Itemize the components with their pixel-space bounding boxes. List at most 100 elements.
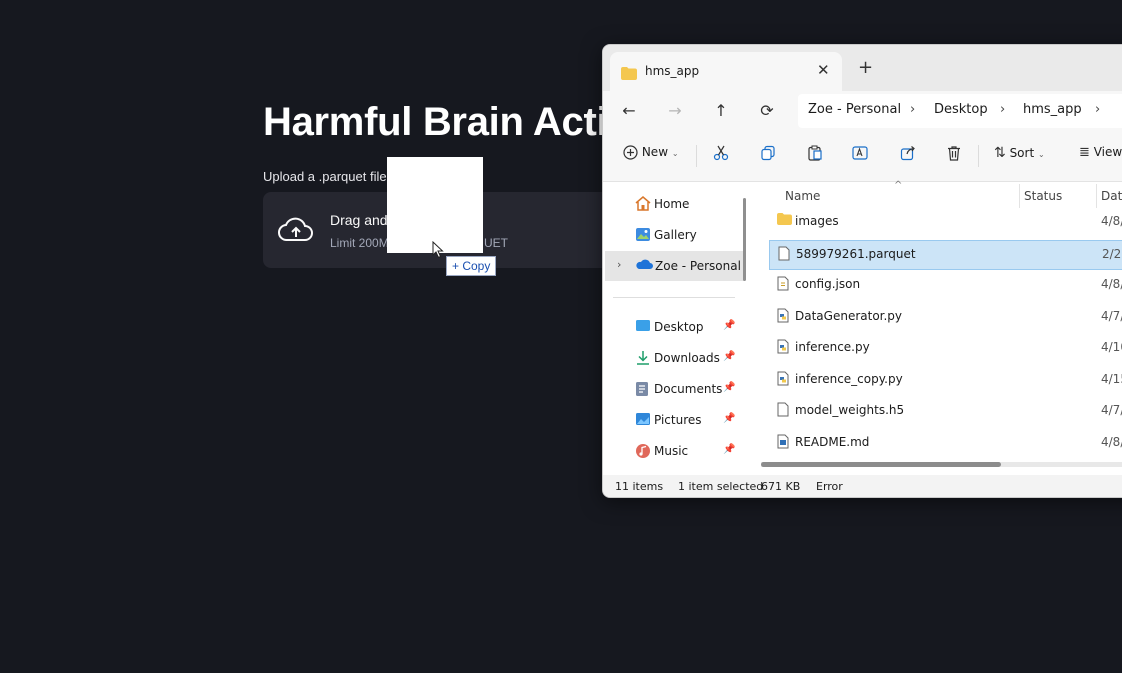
nav-item-downloads[interactable]: Downloads 📌 xyxy=(603,343,743,373)
navigation-pane: Home Gallery › Zoe - Personal Desktop 📌 xyxy=(603,182,749,475)
file-explorer-window: hms_app ✕ + ← → ↑ ⟳ Zoe - Personal › Des… xyxy=(602,44,1122,498)
delete-icon[interactable] xyxy=(946,145,962,167)
forward-arrow-icon[interactable]: → xyxy=(663,99,687,123)
pin-icon[interactable]: 📌 xyxy=(723,444,735,455)
address-bar[interactable]: Zoe - Personal › Desktop › hms_app › xyxy=(798,94,1122,128)
scrollbar-thumb[interactable] xyxy=(761,462,1001,467)
status-size: 671 KB xyxy=(761,480,801,493)
column-header-date[interactable]: Date xyxy=(1101,189,1122,203)
desktop-icon xyxy=(635,319,651,336)
documents-icon xyxy=(635,381,649,400)
file-date: 4/10 xyxy=(1101,340,1122,354)
command-bar: New ⌄ ⇅ Sort ⌄ ≣ View xyxy=(603,131,1122,182)
pin-icon[interactable]: 📌 xyxy=(723,320,735,331)
mouse-cursor-icon xyxy=(432,240,444,264)
pin-icon[interactable]: 📌 xyxy=(723,413,735,424)
nav-item-label: Desktop xyxy=(654,320,704,334)
close-tab-icon[interactable]: ✕ xyxy=(817,61,830,79)
markdown-file-icon xyxy=(777,434,789,452)
file-row[interactable]: inference_copy.py 4/15 xyxy=(769,366,1122,394)
cut-icon[interactable] xyxy=(713,145,729,167)
file-date: 4/15 xyxy=(1101,371,1122,386)
pin-icon[interactable]: 📌 xyxy=(723,382,735,393)
sort-button[interactable]: ⇅ Sort ⌄ xyxy=(994,145,1045,167)
view-label: View xyxy=(1093,145,1122,159)
nav-item-label: Gallery xyxy=(654,228,697,242)
file-row[interactable]: model_weights.h5 4/7/2 xyxy=(769,397,1122,425)
nav-item-pictures[interactable]: Pictures 📌 xyxy=(603,405,743,435)
share-icon[interactable] xyxy=(900,145,916,167)
chevron-right-icon[interactable]: › xyxy=(1095,102,1100,117)
back-arrow-icon[interactable]: ← xyxy=(617,99,641,123)
file-row[interactable]: config.json 4/8/2 xyxy=(769,271,1122,299)
chevron-right-icon[interactable]: › xyxy=(1000,102,1005,117)
pictures-icon xyxy=(635,412,651,429)
view-lines-icon: ≣ xyxy=(1079,145,1090,160)
nav-scrollbar[interactable] xyxy=(743,198,746,281)
nav-item-desktop[interactable]: Desktop 📌 xyxy=(603,312,743,342)
breadcrumb-zoe-personal[interactable]: Zoe - Personal xyxy=(808,102,901,117)
rename-icon[interactable] xyxy=(852,145,869,167)
column-divider[interactable] xyxy=(1019,184,1020,208)
download-icon xyxy=(635,350,651,368)
file-row[interactable]: README.md 4/8/2 xyxy=(769,429,1122,457)
column-header-name[interactable]: Name xyxy=(785,189,820,203)
file-row[interactable]: inference.py 4/10 xyxy=(769,334,1122,362)
chevron-right-icon[interactable]: › xyxy=(617,258,621,271)
gallery-icon xyxy=(635,227,651,245)
status-item-count: 11 items xyxy=(615,480,664,493)
nav-item-music[interactable]: Music 📌 xyxy=(603,436,743,466)
paste-icon[interactable] xyxy=(807,145,823,167)
breadcrumb-hms-app[interactable]: hms_app xyxy=(1023,102,1082,117)
up-arrow-icon[interactable]: ↑ xyxy=(709,99,733,123)
file-name: images xyxy=(795,214,839,228)
tab-title: hms_app xyxy=(645,64,700,78)
tab-hms-app[interactable]: hms_app ✕ xyxy=(610,52,842,91)
file-name: 589979261.parquet xyxy=(796,246,916,261)
home-icon xyxy=(635,196,651,214)
status-error: Error xyxy=(816,480,843,493)
nav-item-zoe-personal[interactable]: › Zoe - Personal xyxy=(605,251,745,281)
nav-item-home[interactable]: Home xyxy=(603,189,743,219)
nav-item-gallery[interactable]: Gallery xyxy=(603,220,743,250)
status-selected: 1 item selected xyxy=(678,480,764,493)
file-date: 4/8/2 xyxy=(1101,277,1122,291)
file-name: inference_copy.py xyxy=(795,371,903,386)
nav-item-label: Pictures xyxy=(654,413,702,427)
column-header-status[interactable]: Status xyxy=(1024,189,1062,203)
refresh-icon[interactable]: ⟳ xyxy=(755,99,779,123)
new-label: New xyxy=(641,145,669,159)
column-divider[interactable] xyxy=(1096,184,1097,208)
file-date: 2/20 xyxy=(1102,246,1122,261)
navigation-bar: ← → ↑ ⟳ Zoe - Personal › Desktop › hms_a… xyxy=(603,91,1122,131)
plus-circle-icon xyxy=(623,145,638,160)
new-button[interactable]: New ⌄ xyxy=(623,145,679,167)
nav-item-label: Home xyxy=(654,197,690,211)
file-row[interactable]: images 4/8/2 xyxy=(769,208,1122,236)
breadcrumb-desktop[interactable]: Desktop xyxy=(934,102,988,117)
nav-item-label: Documents xyxy=(654,382,723,396)
file-row[interactable]: DataGenerator.py 4/7/2 xyxy=(769,303,1122,331)
file-date: 4/7/2 xyxy=(1101,308,1122,323)
dropzone-limit-tail: UET xyxy=(484,236,508,250)
file-name: DataGenerator.py xyxy=(795,308,903,323)
drag-preview xyxy=(387,157,483,253)
toolbar-divider xyxy=(696,145,697,167)
pin-icon[interactable]: 📌 xyxy=(723,351,735,362)
copy-icon[interactable] xyxy=(760,145,776,167)
python-file-icon xyxy=(777,308,789,326)
tab-bar: hms_app ✕ + xyxy=(603,45,1122,91)
cloud-upload-icon xyxy=(278,216,314,249)
file-date: 4/8/2 xyxy=(1101,434,1122,449)
new-tab-button[interactable]: + xyxy=(858,57,873,78)
nav-item-label: Music xyxy=(654,444,689,458)
page-title: Harmful Brain Acti xyxy=(263,100,608,144)
nav-item-documents[interactable]: Documents 📌 xyxy=(603,374,743,404)
view-button[interactable]: ≣ View xyxy=(1079,145,1122,167)
file-list: ^ Name Status Date images 4/8/2 589979261.… xyxy=(753,180,1122,475)
file-icon xyxy=(778,246,790,264)
chevron-right-icon[interactable]: › xyxy=(910,102,915,117)
file-row[interactable]: 589979261.parquet 2/20 xyxy=(769,239,1122,270)
nav-item-label: Downloads xyxy=(654,351,720,365)
horizontal-scrollbar[interactable] xyxy=(761,462,1122,467)
